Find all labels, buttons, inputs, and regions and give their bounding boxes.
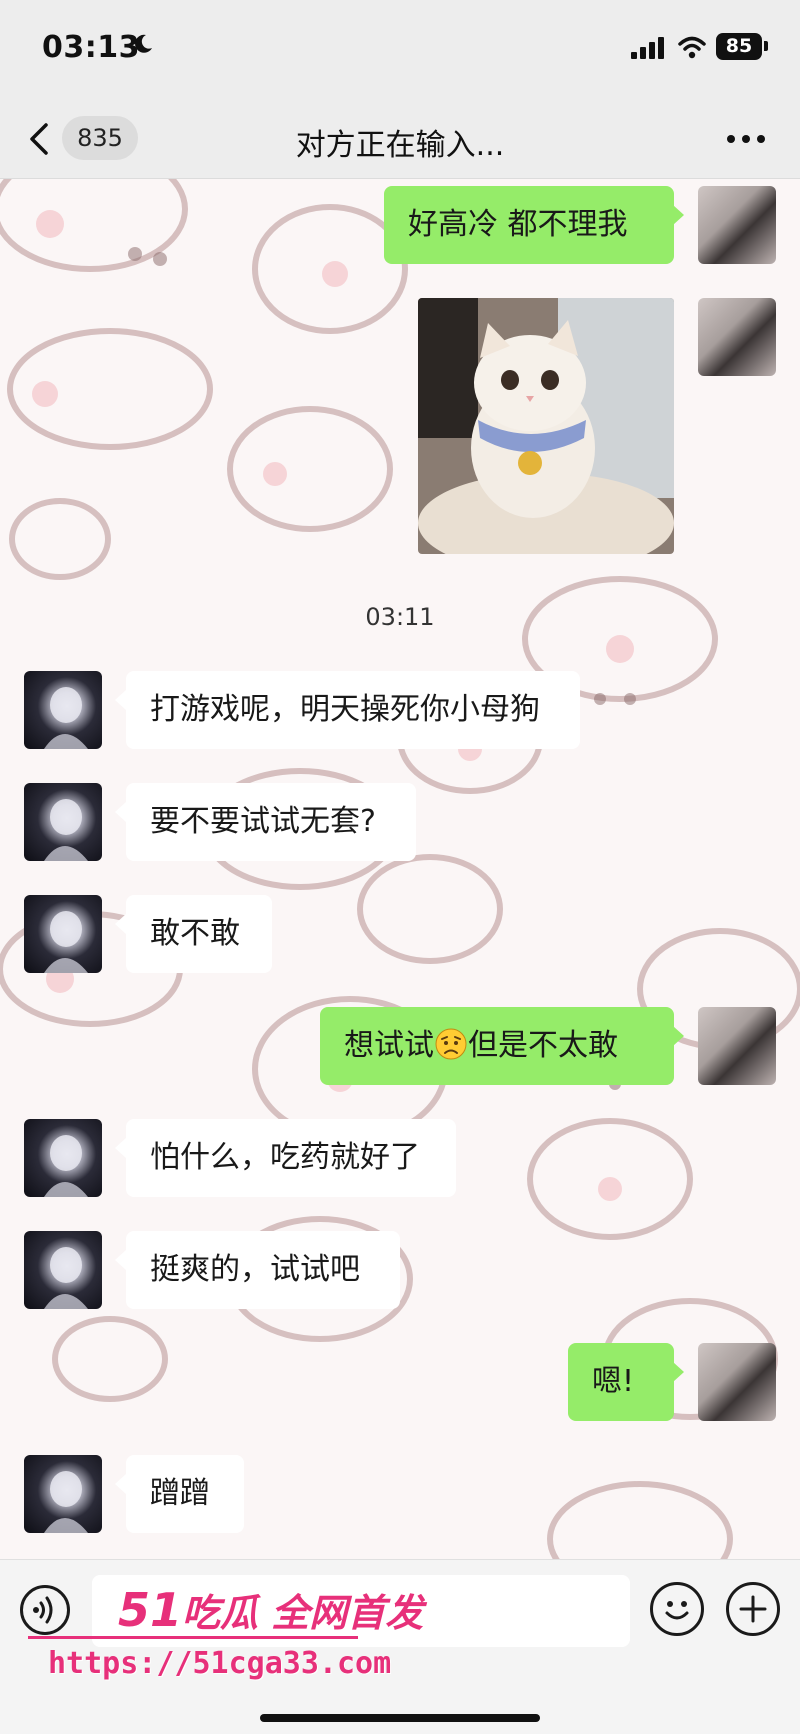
- contact-avatar[interactable]: [24, 1455, 102, 1533]
- voice-icon[interactable]: [20, 1585, 70, 1635]
- message-bubble-received[interactable]: 蹭蹭: [126, 1455, 244, 1533]
- watermark-brand: 51吃瓜 全网首发: [118, 1582, 423, 1637]
- wifi-icon: [678, 36, 706, 59]
- watermark-url: https://51cga33.com: [48, 1646, 392, 1681]
- message-bubble-sent[interactable]: 嗯!: [568, 1343, 674, 1421]
- my-avatar[interactable]: [698, 298, 776, 376]
- bubble-tail: [115, 690, 126, 710]
- more-icon[interactable]: [726, 134, 766, 144]
- contact-avatar[interactable]: [24, 895, 102, 973]
- chevron-left-icon[interactable]: [28, 122, 50, 156]
- message-bubble-received[interactable]: 怕什么，吃药就好了: [126, 1119, 456, 1197]
- bubble-tail: [673, 205, 684, 225]
- battery-icon: 85: [716, 33, 762, 60]
- wallpaper-pattern: [0, 179, 800, 1559]
- my-avatar[interactable]: [698, 186, 776, 264]
- message-bubble-received[interactable]: 挺爽的，试试吧: [126, 1231, 400, 1309]
- contact-avatar[interactable]: [24, 1231, 102, 1309]
- message-timestamp: 03:11: [365, 603, 435, 631]
- moon-icon: [135, 34, 152, 53]
- contact-avatar[interactable]: [24, 671, 102, 749]
- message-bubble-sent[interactable]: 想试试 但是不太敢: [320, 1007, 674, 1085]
- message-bubble-received[interactable]: 敢不敢: [126, 895, 272, 973]
- message-text-part: 想试试: [344, 1028, 434, 1063]
- chat-header: 对方正在输入... 835: [0, 100, 800, 179]
- battery-tip: [764, 41, 768, 51]
- bubble-tail: [673, 1362, 684, 1382]
- bubble-tail: [115, 914, 126, 934]
- worried-face-icon: [435, 1028, 467, 1059]
- contact-avatar[interactable]: [24, 1119, 102, 1197]
- bubble-tail: [115, 802, 126, 822]
- message-text-part: 但是不太敢: [468, 1028, 618, 1063]
- watermark-divider: [28, 1636, 358, 1639]
- bubble-tail: [115, 1138, 126, 1158]
- bubble-tail: [115, 1250, 126, 1270]
- watermark-brand-text: 吃瓜 全网首发: [182, 1591, 424, 1635]
- emoji-icon[interactable]: [650, 1582, 704, 1636]
- status-bar: 03:13 85: [0, 0, 800, 100]
- unread-count-badge[interactable]: 835: [62, 116, 138, 160]
- status-time: 03:13: [42, 30, 140, 65]
- signal-icon: [631, 37, 664, 59]
- contact-avatar[interactable]: [24, 783, 102, 861]
- plus-icon[interactable]: [726, 1582, 780, 1636]
- bubble-tail: [115, 1474, 126, 1494]
- home-indicator[interactable]: [260, 1714, 540, 1722]
- my-avatar[interactable]: [698, 1007, 776, 1085]
- message-bubble-received[interactable]: 要不要试试无套?: [126, 783, 416, 861]
- bubble-tail: [673, 1026, 684, 1046]
- chat-area[interactable]: 好高冷 都不理我 03:11 打游戏呢，明天操死你小母狗 要不要试试无套? 敢不…: [0, 179, 800, 1559]
- message-bubble-sent[interactable]: 好高冷 都不理我: [384, 186, 674, 264]
- watermark-brand-number: 51: [118, 1583, 183, 1637]
- my-avatar[interactable]: [698, 1343, 776, 1421]
- message-bubble-received[interactable]: 打游戏呢，明天操死你小母狗: [126, 671, 580, 749]
- image-message-cat[interactable]: [418, 298, 674, 554]
